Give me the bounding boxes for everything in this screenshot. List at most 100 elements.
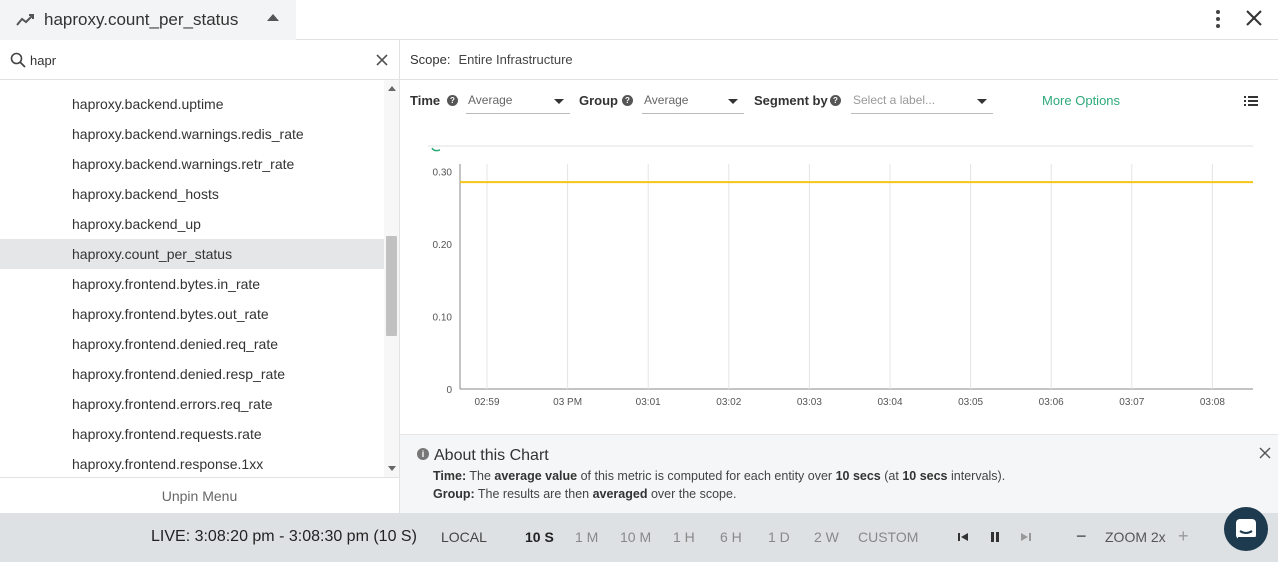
list-item[interactable] [0, 80, 384, 89]
range-1m[interactable]: 1 M [575, 529, 598, 545]
scope-value[interactable]: Entire Infrastructure [458, 52, 572, 67]
metric-menu: haproxy.backend.uptimehaproxy.backend.wa… [0, 40, 400, 513]
about-text: intervals). [951, 469, 1006, 483]
range-2w[interactable]: 2 W [814, 529, 839, 545]
more-options-link[interactable]: More Options [1042, 93, 1120, 108]
scope-bar: Scope: Entire Infrastructure [400, 40, 1278, 80]
group-label: Group [579, 93, 618, 108]
x-tick-label: 03:08 [1200, 397, 1225, 408]
search-icon [10, 52, 26, 68]
scroll-down-icon[interactable] [388, 466, 396, 471]
y-tick-label: 0.10 [433, 312, 453, 323]
segment-by-placeholder: Select a label... [853, 93, 936, 107]
x-tick-label: 03 PM [553, 397, 582, 408]
scrollbar-thumb[interactable] [386, 236, 397, 337]
clear-search-icon[interactable] [374, 52, 390, 68]
metric-chart[interactable]: 0 0.10 0.20 0.30 02:59 03 PM 03:01 03:02 03:03 0… [400, 140, 1278, 434]
about-text: The results are then [477, 487, 590, 501]
x-tick-label: 02:59 [474, 397, 499, 408]
list-item[interactable]: haproxy.frontend.denied.resp_rate [0, 359, 384, 389]
close-about-icon[interactable] [1259, 447, 1271, 459]
about-group-line: Group: The results are then averaged ove… [433, 487, 736, 501]
about-text: of this metric is computed for each enti… [580, 469, 833, 483]
pause-icon[interactable] [988, 530, 1002, 544]
group-aggregation-value: Average [644, 93, 689, 107]
zoom-level: ZOOM 2x [1105, 529, 1166, 545]
unpin-menu-button[interactable]: Unpin Menu [0, 477, 399, 513]
y-tick-label: 0 [446, 385, 452, 396]
about-text: over the scope. [650, 487, 737, 501]
segment-label: Segment by [754, 93, 828, 108]
range-10m[interactable]: 10 M [620, 529, 651, 545]
help-icon[interactable]: ? [447, 95, 458, 106]
time-aggregation-value: Average [468, 93, 513, 107]
live-time-range: LIVE: 3:08:20 pm - 3:08:30 pm (10 S) [151, 528, 417, 545]
loading-spinner-icon [431, 147, 441, 152]
about-text: The [469, 469, 491, 483]
list-item[interactable]: haproxy.backend.uptime [0, 89, 384, 119]
list-item[interactable]: haproxy.backend_up [0, 209, 384, 239]
group-aggregation-select[interactable]: Average [642, 86, 744, 114]
x-tick-label: 03:03 [797, 397, 822, 408]
metric-title: haproxy.count_per_status [44, 10, 239, 29]
about-time-prefix: Time: [433, 469, 467, 483]
about-bold: averaged [592, 487, 648, 501]
legend-list-icon[interactable] [1244, 96, 1258, 106]
metric-search [0, 40, 399, 80]
line-chart-icon [16, 14, 34, 26]
metric-title-tab[interactable]: haproxy.count_per_status [0, 0, 296, 40]
about-bold: 10 secs [902, 469, 948, 483]
list-item[interactable]: haproxy.frontend.response.1xx [0, 449, 384, 477]
about-title: About this Chart [434, 447, 549, 464]
top-bar: haproxy.count_per_status [0, 0, 1278, 40]
range-10s[interactable]: 10 S [525, 529, 554, 545]
chat-icon [1236, 519, 1256, 540]
list-item[interactable]: haproxy.frontend.requests.rate [0, 419, 384, 449]
list-item[interactable]: haproxy.frontend.bytes.in_rate [0, 269, 384, 299]
scroll-up-icon[interactable] [388, 86, 396, 91]
about-group-prefix: Group: [433, 487, 475, 501]
kebab-menu-icon[interactable] [1208, 7, 1228, 31]
help-icon[interactable]: ? [830, 95, 841, 106]
list-item[interactable]: haproxy.count_per_status [0, 239, 384, 269]
chart-panel: Scope: Entire Infrastructure Time ? Aver… [400, 40, 1278, 513]
metric-list: haproxy.backend.uptime haproxy.backend.wa… [0, 80, 384, 477]
zoom-out-button[interactable]: − [1076, 527, 1087, 545]
range-1h[interactable]: 1 H [673, 529, 695, 545]
scope-label: Scope: [410, 52, 451, 67]
skip-back-icon[interactable] [956, 530, 970, 544]
scrollbar[interactable] [384, 80, 399, 477]
x-tick-label: 03:02 [716, 397, 741, 408]
segment-by-select[interactable]: Select a label... [851, 86, 993, 114]
x-tick-label: 03:07 [1119, 397, 1144, 408]
chevron-down-icon [554, 99, 564, 104]
range-custom[interactable]: CUSTOM [858, 529, 918, 545]
list-item[interactable]: haproxy.backend.warnings.retr_rate [0, 149, 384, 179]
about-bold: 10 secs [835, 469, 881, 483]
range-6h[interactable]: 6 H [720, 529, 742, 545]
list-item[interactable]: haproxy.backend_hosts [0, 179, 384, 209]
range-1d[interactable]: 1 D [768, 529, 790, 545]
about-time-line: Time: The average value of this metric i… [433, 469, 1005, 483]
x-tick-label: 03:05 [958, 397, 983, 408]
close-icon[interactable] [1242, 6, 1266, 30]
about-chart-panel: i About this Chart Time: The average val… [400, 434, 1278, 513]
caret-up-icon[interactable] [267, 14, 279, 21]
zoom-in-button[interactable]: + [1178, 527, 1189, 545]
x-tick-label: 03:06 [1039, 397, 1064, 408]
skip-forward-icon[interactable] [1019, 530, 1033, 544]
list-item[interactable]: haproxy.frontend.denied.req_rate [0, 329, 384, 359]
help-icon[interactable]: ? [622, 95, 633, 106]
time-aggregation-select[interactable]: Average [466, 86, 570, 114]
timezone-toggle[interactable]: LOCAL [441, 529, 487, 545]
list-item[interactable]: haproxy.frontend.errors.req_rate [0, 389, 384, 419]
about-bold: average value [494, 469, 578, 483]
chevron-down-icon [977, 99, 987, 104]
list-item[interactable]: haproxy.frontend.bytes.out_rate [0, 299, 384, 329]
list-item[interactable]: haproxy.backend.warnings.redis_rate [0, 119, 384, 149]
chart-controls: Time ? Average Group ? Average Segment b… [400, 80, 1278, 120]
chat-support-button[interactable] [1224, 507, 1268, 551]
search-input[interactable] [30, 49, 360, 71]
info-icon: i [417, 448, 429, 460]
y-tick-label: 0.20 [433, 240, 453, 251]
